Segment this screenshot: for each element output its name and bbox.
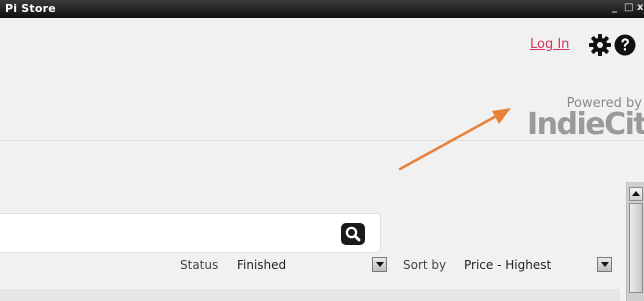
results-header-bar [0, 289, 620, 301]
status-label: Status [180, 258, 219, 272]
vertical-scrollbar[interactable] [626, 182, 644, 301]
chevron-down-icon[interactable] [597, 257, 612, 272]
scroll-thumb[interactable] [629, 203, 643, 293]
sort-label: Sort by [403, 258, 447, 272]
sort-select[interactable]: Price - Highest [464, 256, 612, 273]
maximize-button[interactable]: □ [624, 2, 633, 13]
search-icon[interactable] [341, 223, 365, 245]
chevron-down-icon[interactable] [372, 257, 387, 272]
window-title-bar: Pi Store _ □ x [0, 0, 644, 18]
gear-icon[interactable] [588, 33, 612, 57]
status-select[interactable]: Finished [237, 256, 387, 273]
minimize-button[interactable]: _ [612, 2, 617, 13]
search-input[interactable] [0, 213, 381, 253]
indiecity-logo: IndieCity [527, 107, 644, 142]
login-link[interactable]: Log In [530, 37, 569, 52]
scroll-up-button[interactable] [629, 187, 643, 201]
window-title: Pi Store [5, 2, 56, 15]
sort-select-value: Price - Highest [464, 258, 552, 272]
header-divider [0, 140, 644, 141]
close-button[interactable]: x [637, 2, 643, 13]
status-select-value: Finished [237, 258, 287, 272]
help-icon[interactable] [614, 34, 636, 56]
